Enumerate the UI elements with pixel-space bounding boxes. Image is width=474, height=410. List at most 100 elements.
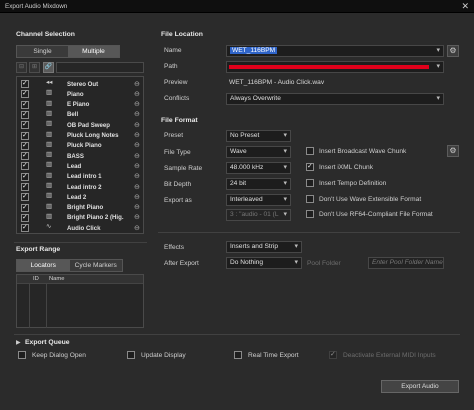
- channel-row[interactable]: ▥ Bright Piano ⊖: [17, 203, 143, 213]
- effects-dropdown[interactable]: Inserts and Strip: [226, 241, 302, 253]
- export-audio-button[interactable]: Export Audio: [381, 380, 459, 393]
- link-channel-icon[interactable]: ⊖: [134, 162, 140, 170]
- channel-list: ◂◂ Stereo Out ⊖ ▥ Piano ⊖ ▥ E Piano ⊖ ▥ Bell ⊖ ▥ OB P…: [16, 76, 144, 234]
- channel-row[interactable]: ∿ Audio Click ⊖: [17, 223, 143, 233]
- window-title: Export Audio Mixdown: [5, 3, 68, 10]
- channel-checkbox[interactable]: [21, 89, 29, 99]
- channel-row[interactable]: ▥ Pluck Piano ⊖: [17, 141, 143, 151]
- channel-checkbox[interactable]: [21, 203, 29, 212]
- close-icon[interactable]: ✕: [461, 1, 469, 12]
- channel-filter-input[interactable]: [56, 62, 144, 73]
- path-input[interactable]: [226, 61, 444, 73]
- deactivate-midi-checkbox[interactable]: [329, 350, 337, 359]
- channel-row[interactable]: ▥ BASS ⊖: [17, 151, 143, 161]
- tab-locators[interactable]: Locators: [17, 260, 70, 271]
- channel-row[interactable]: ◂◂ Stereo Out ⊖: [17, 79, 143, 89]
- preview-label: Preview: [164, 79, 188, 86]
- channel-checkbox[interactable]: [21, 151, 29, 161]
- name-value: WET_116BPM: [230, 47, 278, 54]
- channel-checkbox[interactable]: [21, 161, 29, 171]
- waveform-icon: ∿: [46, 223, 52, 231]
- real-time-export-label: Real Time Export: [248, 352, 299, 359]
- keep-dialog-open-checkbox[interactable]: [18, 351, 26, 359]
- link-channel-icon[interactable]: ⊖: [134, 100, 140, 108]
- gear-icon[interactable]: ⚙: [447, 45, 459, 57]
- export-queue-title[interactable]: Export Queue: [25, 339, 70, 346]
- after-export-label: After Export: [164, 260, 199, 267]
- preset-value: No Preset: [230, 132, 260, 139]
- preset-dropdown[interactable]: No Preset: [226, 130, 291, 142]
- real-time-export-checkbox[interactable]: [234, 351, 242, 359]
- link-channel-icon[interactable]: ⊖: [134, 203, 140, 211]
- channel-checkbox[interactable]: [21, 192, 29, 202]
- channel-row[interactable]: ▥ Piano ⊖: [17, 89, 143, 99]
- channel-checkbox[interactable]: [21, 120, 29, 130]
- channel-mode-segment: Single Multiple: [16, 45, 120, 58]
- channel-pattern-dropdown[interactable]: 3 : "audio - 01 (L: [226, 209, 291, 221]
- tempo-definition-checkbox[interactable]: [306, 179, 314, 187]
- channel-row[interactable]: ▥ Lead intro 2 ⊖: [17, 182, 143, 192]
- name-label: Name: [164, 47, 182, 54]
- piano-icon: ▥: [46, 182, 52, 189]
- channel-checkbox[interactable]: [21, 141, 29, 150]
- file-location-title: File Location: [161, 31, 203, 38]
- link-channel-icon[interactable]: ⊖: [134, 193, 140, 201]
- link-icon[interactable]: 🔗: [43, 62, 54, 73]
- link-channel-icon[interactable]: ⊖: [134, 141, 140, 149]
- after-export-dropdown[interactable]: Do Nothing: [226, 257, 302, 269]
- conflicts-value: Always Overwrite: [230, 95, 281, 102]
- link-channel-icon[interactable]: ⊖: [134, 183, 140, 191]
- channel-name: Lead intro 1: [67, 173, 102, 181]
- preset-label: Preset: [164, 132, 184, 139]
- link-channel-icon[interactable]: ⊖: [134, 131, 140, 139]
- expand-triangle-icon[interactable]: ▶: [16, 339, 21, 346]
- link-channel-icon[interactable]: ⊖: [134, 152, 140, 160]
- tab-cycle-markers[interactable]: Cycle Markers: [69, 260, 122, 271]
- channel-checkbox[interactable]: [21, 131, 29, 140]
- piano-icon: ▥: [46, 109, 52, 117]
- link-channel-icon[interactable]: ⊖: [134, 80, 140, 88]
- piano-icon: ▥: [46, 130, 52, 138]
- broadcast-wave-checkbox[interactable]: [306, 147, 314, 155]
- sample-rate-dropdown[interactable]: 48.000 kHz: [226, 162, 291, 174]
- link-channel-icon[interactable]: ⊖: [134, 172, 140, 180]
- channel-row[interactable]: ▥ Lead 2 ⊖: [17, 192, 143, 202]
- channel-checkbox[interactable]: [21, 100, 29, 109]
- wave-extensible-checkbox[interactable]: [306, 195, 314, 203]
- channel-checkbox[interactable]: [21, 223, 29, 233]
- export-as-dropdown[interactable]: Interleaved: [226, 194, 291, 206]
- tab-multiple[interactable]: Multiple: [68, 46, 119, 57]
- link-channel-icon[interactable]: ⊖: [134, 121, 140, 129]
- channel-checkbox[interactable]: [21, 110, 29, 119]
- link-channel-icon[interactable]: ⊖: [134, 213, 140, 221]
- link-channel-icon[interactable]: ⊖: [134, 110, 140, 118]
- channel-row[interactable]: ▥ E Piano ⊖: [17, 100, 143, 110]
- rf64-checkbox[interactable]: [306, 210, 314, 218]
- range-table: ID Name: [16, 274, 144, 328]
- link-channel-icon[interactable]: ⊖: [134, 90, 140, 98]
- channel-row[interactable]: ▥ Bell ⊖: [17, 109, 143, 120]
- channel-row[interactable]: ▥ Lead ⊖: [17, 161, 143, 171]
- collapse-icon[interactable]: ⊟: [16, 62, 27, 73]
- channel-row[interactable]: ▥ Lead intro 1 ⊖: [17, 172, 143, 182]
- channel-row[interactable]: ▥ OB Pad Sweep ⊖: [17, 120, 143, 130]
- ixml-checkbox[interactable]: [306, 162, 314, 171]
- channel-checkbox[interactable]: [21, 213, 29, 222]
- gear-icon[interactable]: ⚙: [447, 145, 459, 157]
- bit-depth-dropdown[interactable]: 24 bit: [226, 178, 291, 190]
- channel-row[interactable]: ▥ Bright Piano 2 (Hig. ⊖: [17, 213, 143, 223]
- wave-extensible-label: Don't Use Wave Extensible Format: [319, 196, 422, 203]
- pool-folder-input[interactable]: Enter Pool Folder Name: [368, 257, 444, 269]
- tab-single[interactable]: Single: [17, 46, 68, 57]
- link-channel-icon[interactable]: ⊖: [134, 224, 140, 232]
- channel-checkbox[interactable]: [21, 79, 29, 88]
- conflicts-dropdown[interactable]: Always Overwrite: [226, 93, 444, 105]
- update-display-checkbox[interactable]: [127, 351, 135, 359]
- channel-checkbox[interactable]: [21, 182, 29, 191]
- channel-checkbox[interactable]: [21, 172, 29, 181]
- name-input[interactable]: WET_116BPM: [226, 45, 444, 57]
- expand-icon[interactable]: ⊞: [29, 62, 40, 73]
- channel-row[interactable]: ▥ Pluck Long Notes ⊖: [17, 130, 143, 141]
- piano-icon: ▥: [46, 89, 52, 97]
- file-type-dropdown[interactable]: Wave: [226, 146, 291, 158]
